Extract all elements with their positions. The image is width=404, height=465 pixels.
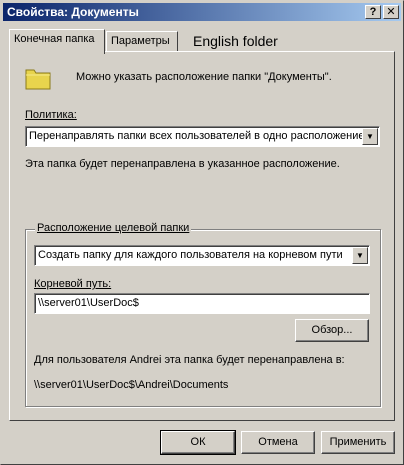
policy-note: Эта папка будет перенаправлена в указанн… xyxy=(25,158,340,170)
title-bar[interactable]: Свойства: Документы ? ✕ xyxy=(3,3,401,21)
tab-english-folder[interactable]: English folder xyxy=(189,31,282,51)
policy-value: Перенаправлять папки всех пользователей … xyxy=(29,130,365,142)
window-title: Свойства: Документы xyxy=(7,5,139,19)
chevron-down-icon[interactable]: ▼ xyxy=(352,247,368,264)
help-button[interactable]: ? xyxy=(365,5,381,19)
folder-description: Можно указать расположение папки "Докуме… xyxy=(76,71,332,83)
tab-label: English folder xyxy=(193,33,278,49)
location-value: Создать папку для каждого пользователя н… xyxy=(38,249,343,261)
location-select[interactable]: Создать папку для каждого пользователя н… xyxy=(34,245,370,266)
browse-button[interactable]: Обзор... xyxy=(295,319,369,342)
tab-target-folder[interactable]: Конечная папка xyxy=(9,29,105,54)
policy-label: Политика: xyxy=(25,109,77,121)
apply-button[interactable]: Применить xyxy=(321,431,395,454)
tab-label: Параметры xyxy=(111,35,170,47)
properties-dialog: Свойства: Документы ? ✕ Конечная папка П… xyxy=(0,0,404,465)
root-path-label: Корневой путь: xyxy=(34,278,112,290)
tab-label: Конечная папка xyxy=(14,33,95,45)
chevron-down-icon[interactable]: ▼ xyxy=(362,128,378,145)
ok-button[interactable]: ОК xyxy=(160,430,236,455)
resolved-path: \\server01\UserDoc$\Andrei\Documents xyxy=(34,379,229,391)
tab-settings[interactable]: Параметры xyxy=(106,31,178,51)
cancel-button[interactable]: Отмена xyxy=(241,431,315,454)
root-path-input[interactable]: \\server01\UserDoc$ xyxy=(34,293,370,314)
folder-icon xyxy=(25,69,51,90)
group-legend: Расположение целевой папки xyxy=(35,222,192,234)
close-button[interactable]: ✕ xyxy=(383,5,399,19)
user-redirect-note: Для пользователя Andrei эта папка будет … xyxy=(34,354,345,366)
policy-select[interactable]: Перенаправлять папки всех пользователей … xyxy=(25,126,380,147)
